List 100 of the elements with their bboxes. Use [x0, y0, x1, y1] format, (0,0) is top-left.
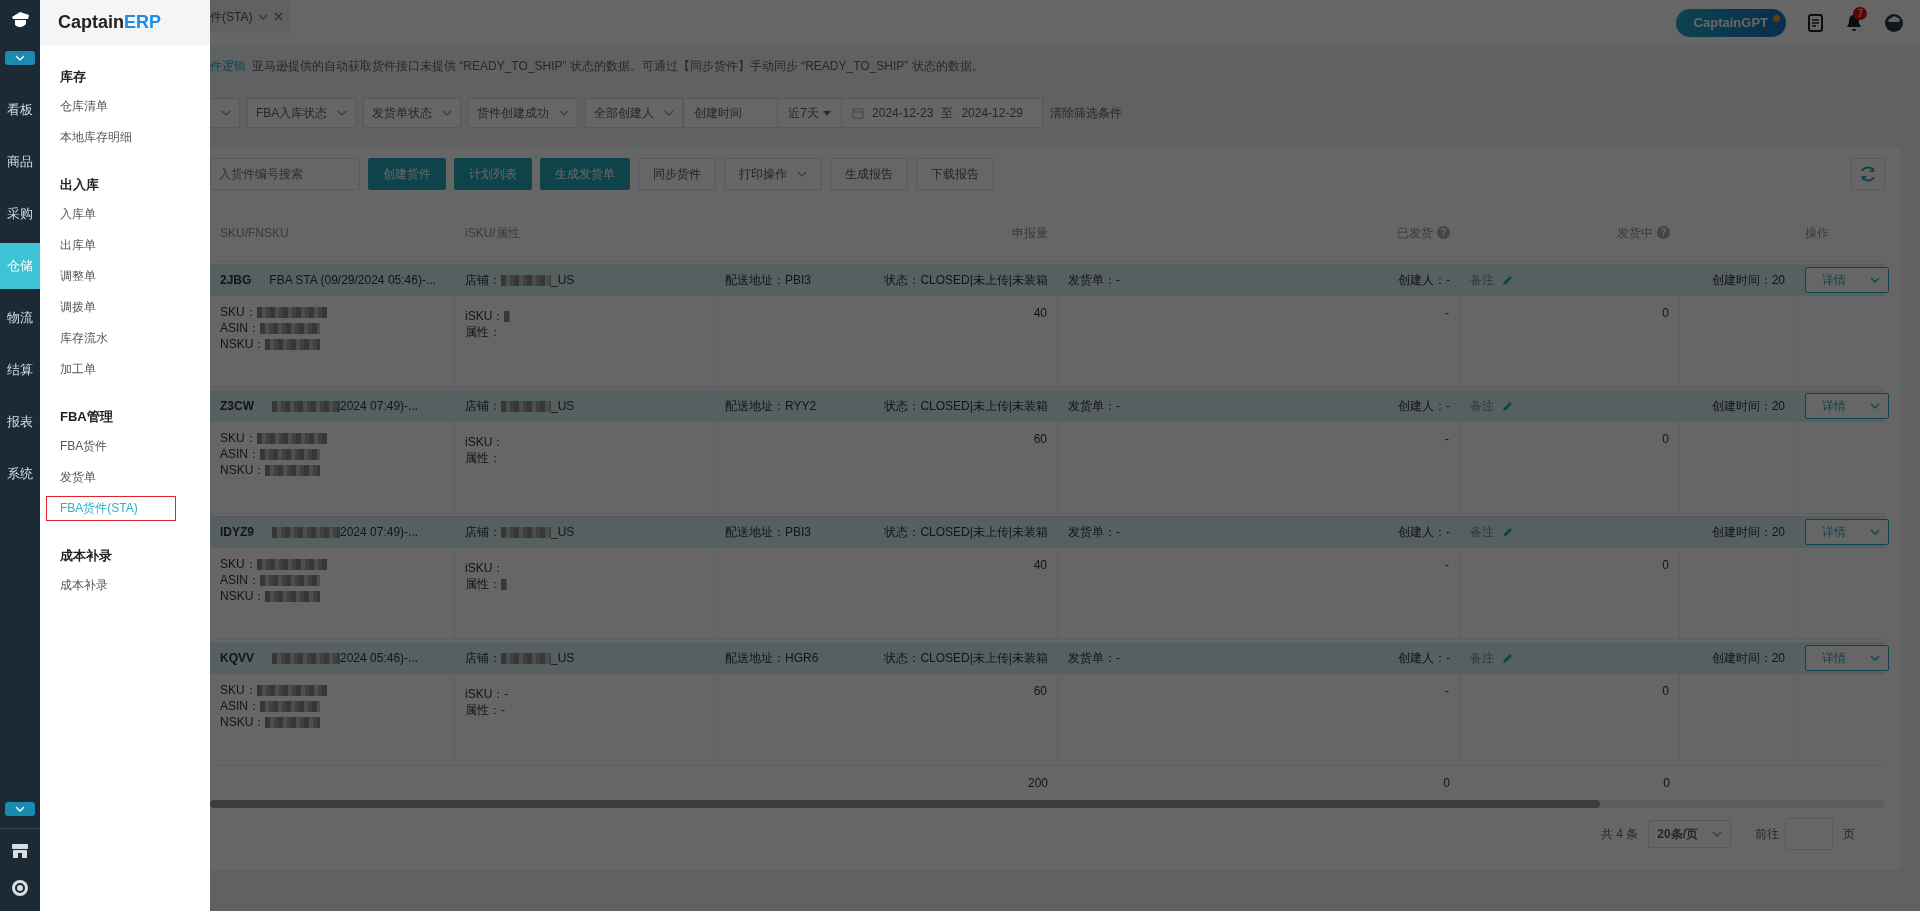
- close-icon[interactable]: [274, 12, 284, 21]
- store-name: _US: [551, 272, 575, 289]
- declared-quantity: 60: [1033, 432, 1047, 446]
- caret-icon: [15, 806, 25, 812]
- menu-item[interactable]: 库存流水: [40, 323, 210, 354]
- field-label: NSKU：: [220, 462, 266, 479]
- redacted-text: [265, 590, 321, 602]
- filter-dropdown[interactable]: 全部创建人: [585, 98, 684, 128]
- document-icon[interactable]: [1808, 13, 1824, 32]
- details-dropdown[interactable]: 详情: [1805, 267, 1889, 293]
- shipment-name: 2024 07:49)-...: [340, 398, 419, 415]
- page-suffix: 页: [1843, 826, 1855, 843]
- creator: 创建人：-: [1398, 524, 1450, 541]
- edit-icon[interactable]: [1502, 400, 1513, 412]
- shipment-id: 2JBG: [220, 272, 252, 289]
- avatar-icon[interactable]: [1884, 12, 1904, 33]
- support-icon[interactable]: [11, 879, 29, 897]
- nav-item[interactable]: 仓储: [0, 243, 40, 289]
- nav-item[interactable]: 报表: [0, 399, 40, 445]
- ship-to-address: 配送地址：PBI3: [725, 272, 811, 289]
- redacted-text: [501, 526, 551, 538]
- ship-to-address: 配送地址：HGR6: [725, 650, 819, 667]
- total-declared: 200: [1027, 776, 1048, 790]
- menu-item[interactable]: FBA货件: [40, 431, 210, 462]
- page-size-dropdown[interactable]: 20条/页: [1648, 820, 1731, 848]
- caret-icon: [258, 13, 269, 20]
- menu-group-title: 成本补录: [59, 547, 113, 565]
- toolbar-button[interactable]: 打印操作: [724, 158, 822, 190]
- caret-icon: [1870, 277, 1880, 283]
- collapse-button[interactable]: [5, 51, 35, 65]
- menu-item[interactable]: 本地库存明细: [40, 122, 210, 153]
- scrollbar-thumb[interactable]: [210, 800, 1600, 808]
- ship-to-address: 配送地址：RYY2: [725, 398, 817, 415]
- store-name: _US: [551, 398, 575, 415]
- nav-item[interactable]: 结算: [0, 347, 40, 393]
- page-tab[interactable]: 件(STA): [210, 0, 292, 33]
- logo-text: CaptainERP: [40, 0, 210, 45]
- shipment-order: 发货单：-: [1068, 650, 1120, 667]
- refresh-button[interactable]: [1851, 158, 1885, 190]
- declared-quantity: 40: [1033, 558, 1047, 572]
- field-label: ASIN：: [220, 572, 260, 589]
- caret-icon: [442, 110, 453, 116]
- menu-item[interactable]: 成本补录: [40, 570, 210, 601]
- declared-quantity: 60: [1033, 684, 1047, 698]
- redacted-text: [265, 716, 321, 728]
- field-label: ASIN：: [220, 320, 260, 337]
- expand-button[interactable]: [5, 802, 35, 816]
- nav-item[interactable]: 系统: [0, 451, 40, 497]
- ship-to-address: 配送地址：PBI3: [725, 524, 811, 541]
- menu-group-title: 出入库: [59, 176, 100, 194]
- toolbar-button[interactable]: 创建货件: [368, 158, 446, 190]
- edit-icon[interactable]: [1502, 652, 1513, 664]
- created-time: 创建时间：20: [1711, 272, 1785, 289]
- logic-link[interactable]: 件逻辑: [210, 59, 246, 73]
- menu-item[interactable]: 调拨单: [40, 292, 210, 323]
- shipment-id: IDYZ9: [220, 524, 254, 541]
- nav-item[interactable]: 采购: [0, 191, 40, 237]
- toolbar-button[interactable]: 生成发货单: [540, 158, 630, 190]
- menu-item[interactable]: FBA货件(STA): [43, 493, 179, 524]
- field-label: NSKU：: [220, 336, 266, 353]
- menu-group-title: 库存: [59, 68, 87, 86]
- toolbar-button[interactable]: 生成报告: [830, 158, 908, 190]
- details-dropdown[interactable]: 详情: [1805, 645, 1889, 671]
- help-icon: ?: [1437, 226, 1450, 239]
- filter-dropdown[interactable]: FBA入库状态: [247, 98, 357, 128]
- shipped-quantity: -: [1445, 306, 1449, 320]
- filter-dropdown[interactable]: 发货单状态: [363, 98, 462, 128]
- menu-item[interactable]: 加工单: [40, 354, 210, 385]
- menu-item[interactable]: 出库单: [40, 230, 210, 261]
- nav-item[interactable]: 物流: [0, 295, 40, 341]
- caret-icon: [1712, 831, 1722, 837]
- toolbar-button[interactable]: 计划列表: [454, 158, 532, 190]
- menu-item[interactable]: 入库单: [40, 199, 210, 230]
- shipment-name: 2024 07:49)-...: [340, 524, 419, 541]
- details-dropdown[interactable]: 详情: [1805, 519, 1889, 545]
- caret-icon: [664, 110, 675, 116]
- toolbar-button[interactable]: 下载报告: [916, 158, 994, 190]
- shipped-quantity: -: [1445, 684, 1449, 698]
- nav-item[interactable]: 看板: [0, 87, 40, 133]
- menu-item[interactable]: 发货单: [40, 462, 210, 493]
- attribute-label: 属性：-: [465, 702, 505, 719]
- redacted-text: [260, 448, 320, 460]
- filter-dropdown[interactable]: 货件创建成功: [468, 98, 579, 128]
- edit-icon[interactable]: [1502, 526, 1513, 538]
- total-count: 共 4 条: [1600, 826, 1639, 843]
- redacted-text: [256, 306, 327, 318]
- details-dropdown[interactable]: 详情: [1805, 393, 1889, 419]
- toolbar-button[interactable]: 同步货件: [638, 158, 716, 190]
- edit-icon[interactable]: [1502, 274, 1513, 286]
- store-icon[interactable]: [11, 843, 29, 859]
- store-name: _US: [551, 650, 575, 667]
- nav-item[interactable]: 商品: [0, 139, 40, 185]
- redacted-text: [256, 684, 327, 696]
- caret-icon: [1870, 655, 1880, 661]
- shipped-quantity: -: [1445, 558, 1449, 572]
- shipment-order: 发货单：-: [1068, 398, 1120, 415]
- assistant-button[interactable]: CaptainGPT: [1675, 8, 1786, 37]
- menu-item[interactable]: 调整单: [40, 261, 210, 292]
- menu-item[interactable]: 仓库清单: [40, 91, 210, 122]
- store-label: 店铺：: [465, 524, 501, 541]
